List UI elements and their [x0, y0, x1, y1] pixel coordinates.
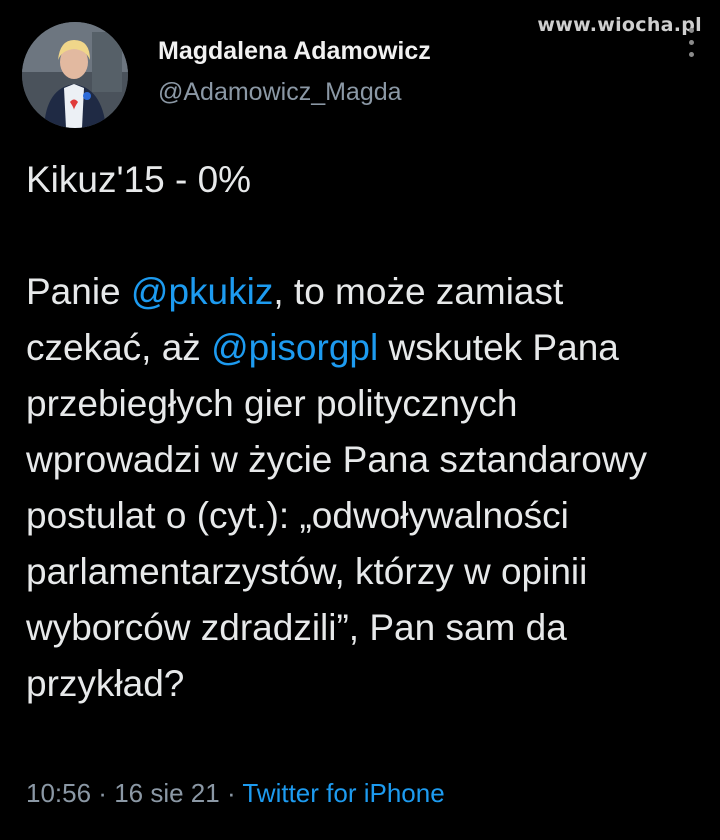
tweet-text-part: wskutek Pana przebiegłych gier polityczn… [26, 327, 648, 704]
mention-link-pisorgpl[interactable]: @pisorgpl [211, 327, 378, 368]
tweet-text-part: Panie [26, 271, 131, 312]
tweet-paragraph: Panie @pkukiz, to może zamiast czekać, a… [26, 264, 696, 712]
site-watermark: www.wiocha.pl [537, 14, 702, 36]
dot [688, 40, 694, 45]
dot [688, 28, 694, 33]
more-options-icon[interactable] [688, 28, 694, 57]
tweet-header: Magdalena Adamowicz @Adamowicz_Magda [22, 22, 431, 128]
tweet-text: Kikuz'15 - 0% Panie @pkukiz, to może zam… [26, 152, 696, 712]
tweet-meta: 10:56 · 16 sie 21 · Twitter for iPhone [26, 778, 445, 809]
separator: · [91, 778, 115, 808]
avatar-photo [22, 22, 128, 128]
dot [688, 52, 694, 57]
tweet-date[interactable]: 16 sie 21 [114, 778, 220, 808]
author-name[interactable]: Magdalena Adamowicz [158, 37, 431, 66]
tweet-time[interactable]: 10:56 [26, 778, 91, 808]
avatar[interactable] [22, 22, 128, 128]
separator: · [219, 778, 243, 808]
tweet-source-link[interactable]: Twitter for iPhone [242, 778, 444, 808]
author-handle[interactable]: @Adamowicz_Magda [158, 78, 431, 107]
tweet-line: Kikuz'15 - 0% [26, 159, 252, 200]
mention-link-pkukiz[interactable]: @pkukiz [131, 271, 273, 312]
